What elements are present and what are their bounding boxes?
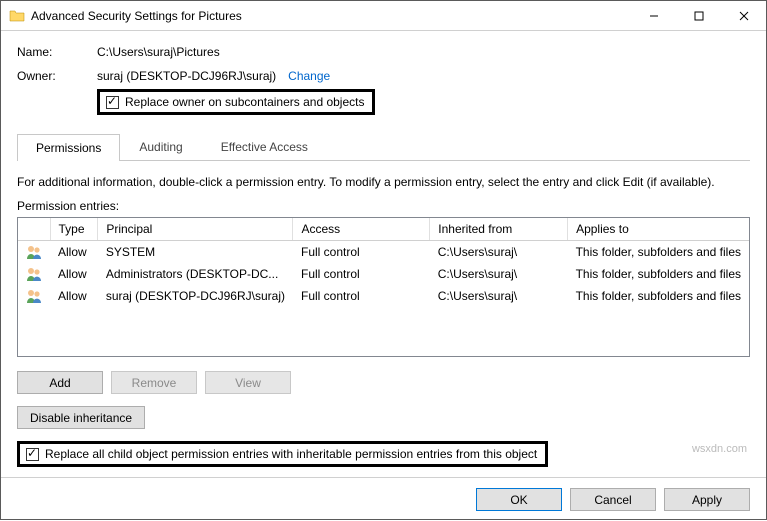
owner-label: Owner: (17, 69, 97, 83)
entry-access: Full control (293, 241, 430, 264)
replace-child-box: Replace all child object permission entr… (17, 441, 548, 467)
table-header-row: Type Principal Access Inherited from App… (18, 218, 749, 241)
owner-value: suraj (DESKTOP-DCJ96RJ\suraj) (97, 69, 276, 83)
replace-child-label: Replace all child object permission entr… (45, 447, 537, 461)
entry-icon (18, 263, 50, 285)
disable-inheritance-button[interactable]: Disable inheritance (17, 406, 145, 429)
maximize-button[interactable] (676, 1, 721, 30)
entry-principal: SYSTEM (98, 241, 293, 264)
entry-access: Full control (293, 285, 430, 307)
column-icon[interactable] (18, 218, 50, 241)
name-value: C:\Users\suraj\Pictures (97, 45, 750, 59)
entry-principal: suraj (DESKTOP-DCJ96RJ\suraj) (98, 285, 293, 307)
cancel-button[interactable]: Cancel (570, 488, 656, 511)
column-access[interactable]: Access (293, 218, 430, 241)
window: Advanced Security Settings for Pictures … (0, 0, 767, 520)
titlebar: Advanced Security Settings for Pictures (1, 1, 766, 31)
footer: OK Cancel Apply (1, 477, 766, 521)
column-applies[interactable]: Applies to (568, 218, 749, 241)
tab-effective-access[interactable]: Effective Access (202, 133, 327, 160)
tabs: Permissions Auditing Effective Access (17, 133, 750, 161)
close-button[interactable] (721, 1, 766, 30)
name-row: Name: C:\Users\suraj\Pictures (17, 45, 750, 59)
entry-type: Allow (50, 285, 98, 307)
window-title: Advanced Security Settings for Pictures (31, 9, 631, 23)
table-row[interactable]: Allowsuraj (DESKTOP-DCJ96RJ\suraj)Full c… (18, 285, 749, 307)
entry-icon (18, 285, 50, 307)
button-row: Add Remove View (17, 371, 750, 394)
entry-type: Allow (50, 241, 98, 264)
entry-access: Full control (293, 263, 430, 285)
name-label: Name: (17, 45, 97, 59)
table-row[interactable]: AllowAdministrators (DESKTOP-DC...Full c… (18, 263, 749, 285)
add-button[interactable]: Add (17, 371, 103, 394)
table-row[interactable]: AllowSYSTEMFull controlC:\Users\suraj\Th… (18, 241, 749, 264)
permission-table[interactable]: Type Principal Access Inherited from App… (17, 217, 750, 357)
column-type[interactable]: Type (50, 218, 98, 241)
replace-owner-box: Replace owner on subcontainers and objec… (97, 89, 375, 115)
content: Name: C:\Users\suraj\Pictures Owner: sur… (1, 31, 766, 477)
apply-button[interactable]: Apply (664, 488, 750, 511)
change-owner-link[interactable]: Change (288, 69, 330, 83)
tab-permissions[interactable]: Permissions (17, 134, 120, 161)
column-inherited[interactable]: Inherited from (430, 218, 568, 241)
permission-entries-label: Permission entries: (17, 199, 750, 213)
entry-inherited: C:\Users\suraj\ (430, 285, 568, 307)
entry-applies: This folder, subfolders and files (568, 285, 749, 307)
column-principal[interactable]: Principal (98, 218, 293, 241)
owner-row: Owner: suraj (DESKTOP-DCJ96RJ\suraj) Cha… (17, 69, 750, 83)
entry-inherited: C:\Users\suraj\ (430, 263, 568, 285)
replace-child-checkbox[interactable] (26, 448, 39, 461)
entry-principal: Administrators (DESKTOP-DC... (98, 263, 293, 285)
entry-icon (18, 241, 50, 264)
replace-owner-checkbox[interactable] (106, 96, 119, 109)
view-button: View (205, 371, 291, 394)
entry-applies: This folder, subfolders and files (568, 263, 749, 285)
entry-type: Allow (50, 263, 98, 285)
info-text: For additional information, double-click… (17, 175, 750, 189)
replace-owner-label: Replace owner on subcontainers and objec… (125, 95, 364, 109)
remove-button: Remove (111, 371, 197, 394)
minimize-button[interactable] (631, 1, 676, 30)
folder-icon (9, 8, 25, 24)
replace-owner-row: Replace owner on subcontainers and objec… (97, 89, 750, 115)
tab-auditing[interactable]: Auditing (120, 133, 201, 160)
entry-applies: This folder, subfolders and files (568, 241, 749, 264)
ok-button[interactable]: OK (476, 488, 562, 511)
entry-inherited: C:\Users\suraj\ (430, 241, 568, 264)
